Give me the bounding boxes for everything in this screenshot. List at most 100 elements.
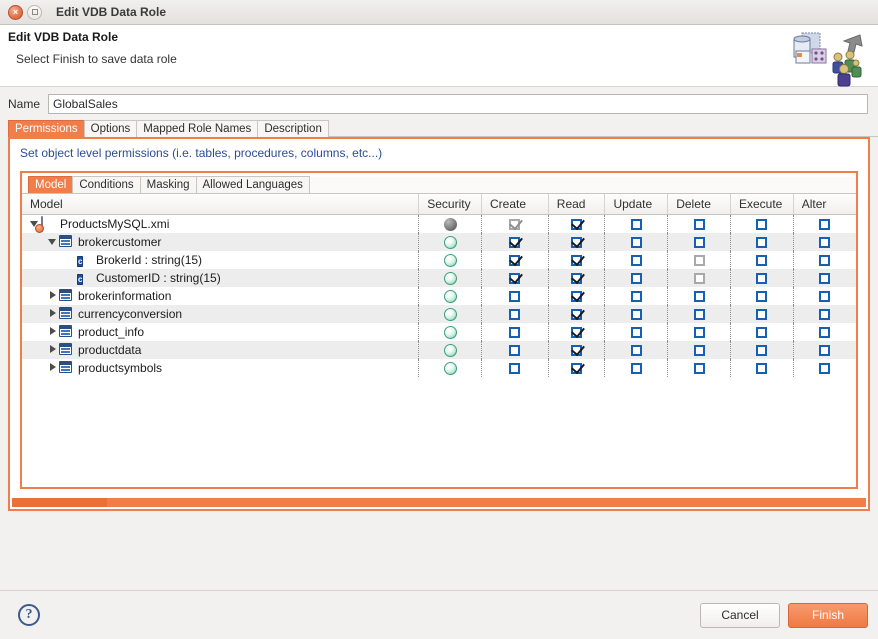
table-row[interactable]: productsymbols [22, 358, 856, 377]
update-checkbox[interactable] [630, 236, 642, 248]
tab-masking[interactable]: Masking [139, 176, 197, 193]
finish-button[interactable]: Finish [788, 602, 868, 628]
table-row[interactable]: c CustomerID : string(15) [22, 268, 856, 287]
alter-checkbox[interactable] [819, 308, 831, 320]
read-cell[interactable] [548, 340, 606, 359]
help-icon[interactable]: ? [18, 604, 40, 626]
table-row[interactable]: brokerinformation [22, 286, 856, 305]
create-checkbox[interactable] [509, 236, 521, 248]
read-checkbox[interactable] [571, 236, 583, 248]
create-cell[interactable] [481, 340, 549, 359]
execute-cell[interactable] [730, 286, 794, 305]
execute-checkbox[interactable] [756, 290, 768, 302]
delete-cell[interactable] [667, 286, 731, 305]
tab-allowed-languages[interactable]: Allowed Languages [195, 176, 310, 193]
read-checkbox[interactable] [571, 254, 583, 266]
model-cell[interactable]: productdata [22, 340, 420, 359]
alter-cell[interactable] [793, 286, 856, 305]
delete-cell[interactable] [667, 232, 731, 251]
read-checkbox[interactable] [571, 218, 583, 230]
create-cell[interactable] [481, 322, 549, 341]
create-cell[interactable] [481, 358, 549, 377]
close-icon[interactable]: × [8, 4, 23, 20]
read-cell[interactable] [548, 286, 606, 305]
model-cell[interactable]: brokerinformation [22, 286, 420, 305]
delete-checkbox[interactable] [693, 344, 705, 356]
maximize-icon[interactable] [27, 4, 42, 20]
update-cell[interactable] [604, 340, 669, 359]
read-checkbox[interactable] [571, 362, 583, 374]
execute-cell[interactable] [730, 340, 794, 359]
alter-cell[interactable] [793, 340, 856, 359]
update-cell[interactable] [604, 322, 669, 341]
security-cell[interactable] [418, 286, 482, 305]
model-cell[interactable]: brokercustomer [22, 232, 420, 251]
delete-cell[interactable] [667, 340, 731, 359]
table-row[interactable]: c BrokerId : string(15) [22, 250, 856, 269]
update-checkbox[interactable] [630, 326, 642, 338]
expand-arrow-icon[interactable] [48, 326, 59, 337]
security-cell[interactable] [418, 358, 482, 377]
read-cell[interactable] [548, 358, 606, 377]
model-cell[interactable]: currencyconversion [22, 304, 420, 323]
update-checkbox[interactable] [630, 254, 642, 266]
alter-cell[interactable] [793, 358, 856, 377]
cancel-button[interactable]: Cancel [700, 602, 780, 628]
col-create[interactable]: Create [481, 194, 549, 215]
alter-checkbox[interactable] [819, 344, 831, 356]
execute-checkbox[interactable] [756, 308, 768, 320]
execute-cell[interactable] [730, 250, 794, 269]
delete-checkbox[interactable] [693, 290, 705, 302]
execute-cell[interactable] [730, 214, 794, 233]
execute-checkbox[interactable] [756, 254, 768, 266]
alter-cell[interactable] [793, 232, 856, 251]
delete-checkbox[interactable] [693, 218, 705, 230]
execute-checkbox[interactable] [756, 362, 768, 374]
expand-arrow-icon[interactable] [48, 308, 59, 319]
create-checkbox[interactable] [509, 290, 521, 302]
execute-checkbox[interactable] [756, 218, 768, 230]
read-cell[interactable] [548, 322, 606, 341]
execute-cell[interactable] [730, 358, 794, 377]
delete-checkbox[interactable] [693, 308, 705, 320]
create-checkbox[interactable] [509, 344, 521, 356]
table-row[interactable]: productdata [22, 340, 856, 359]
collapse-arrow-icon[interactable] [48, 236, 59, 247]
alter-cell[interactable] [793, 250, 856, 269]
col-model[interactable]: Model [22, 194, 420, 215]
tab-conditions[interactable]: Conditions [72, 176, 141, 193]
horizontal-scrollbar[interactable] [12, 498, 866, 507]
col-delete[interactable]: Delete [667, 194, 731, 215]
read-cell[interactable] [548, 250, 606, 269]
execute-checkbox[interactable] [756, 236, 768, 248]
update-cell[interactable] [604, 214, 669, 233]
create-checkbox[interactable] [509, 254, 521, 266]
alter-checkbox[interactable] [819, 218, 831, 230]
col-update[interactable]: Update [604, 194, 669, 215]
create-cell[interactable] [481, 250, 549, 269]
create-cell[interactable] [481, 214, 549, 233]
delete-cell[interactable] [667, 250, 731, 269]
execute-cell[interactable] [730, 268, 794, 287]
security-cell[interactable] [418, 304, 482, 323]
update-checkbox[interactable] [630, 344, 642, 356]
model-cell[interactable]: ProductsMySQL.xmi [22, 214, 420, 233]
update-cell[interactable] [604, 268, 669, 287]
update-cell[interactable] [604, 304, 669, 323]
execute-checkbox[interactable] [756, 272, 768, 284]
update-cell[interactable] [604, 250, 669, 269]
tab-options[interactable]: Options [83, 120, 138, 137]
alter-checkbox[interactable] [819, 290, 831, 302]
table-row[interactable]: brokercustomer [22, 232, 856, 251]
table-row[interactable]: product_info [22, 322, 856, 341]
security-cell[interactable] [418, 340, 482, 359]
model-cell[interactable]: productsymbols [22, 358, 420, 377]
expand-arrow-icon[interactable] [48, 290, 59, 301]
read-cell[interactable] [548, 214, 606, 233]
expand-arrow-icon[interactable] [48, 344, 59, 355]
expand-arrow-icon[interactable] [48, 362, 59, 373]
execute-cell[interactable] [730, 322, 794, 341]
execute-cell[interactable] [730, 232, 794, 251]
update-checkbox[interactable] [630, 218, 642, 230]
execute-checkbox[interactable] [756, 344, 768, 356]
